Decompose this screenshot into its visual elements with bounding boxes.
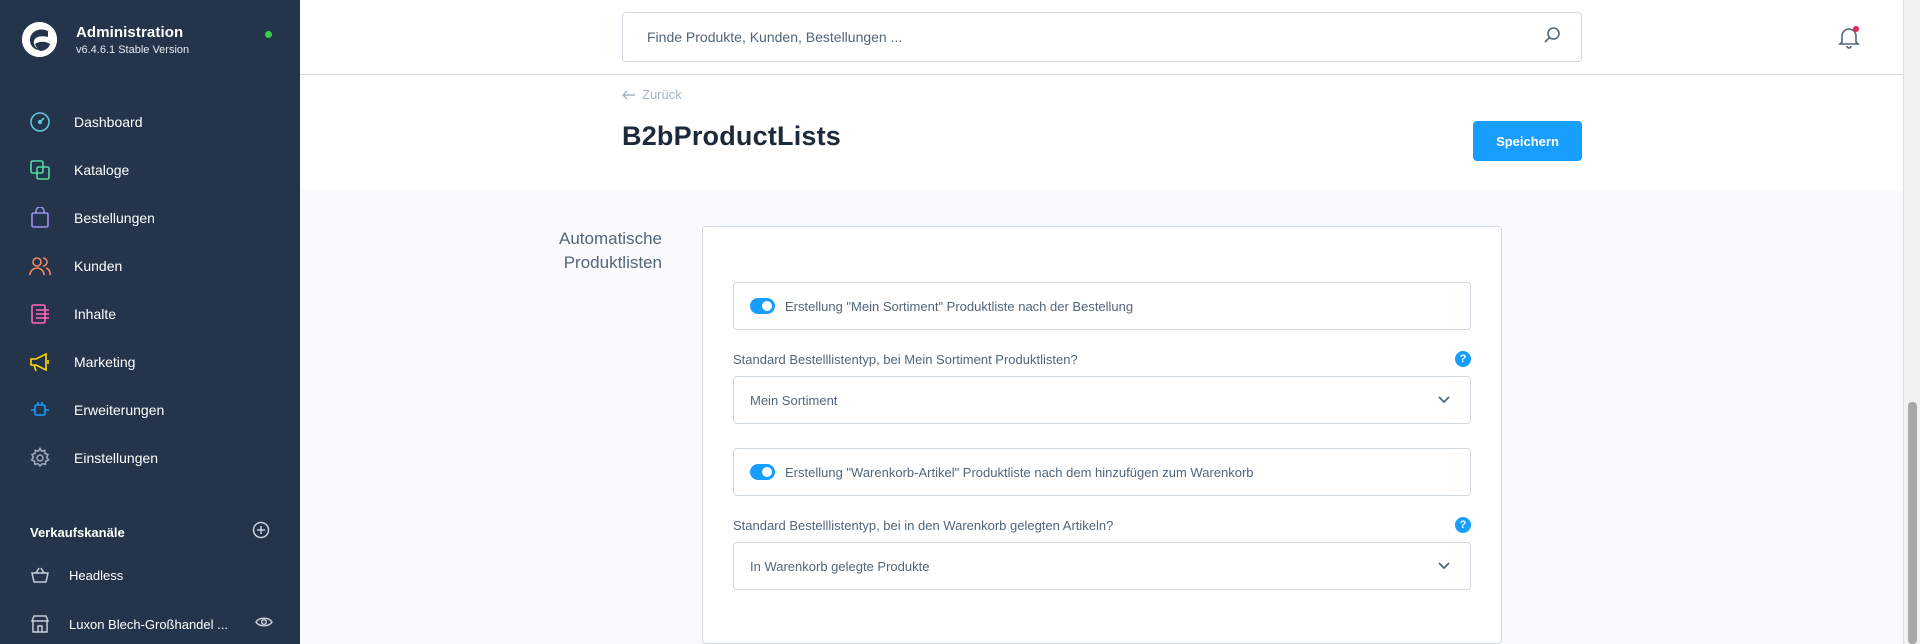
megaphone-icon	[28, 350, 52, 374]
catalog-icon	[28, 158, 52, 182]
section-label: Automatische Produktlisten	[559, 229, 662, 272]
field-label: Standard Bestelllistentyp, bei Mein Sort…	[733, 351, 1471, 367]
toggle-my-assortment: Erstellung "Mein Sortiment" Produktliste…	[733, 282, 1471, 330]
page-header: Zurück B2bProductLists Speichern	[300, 75, 1903, 190]
eye-icon[interactable]	[255, 615, 273, 633]
nav-label: Erweiterungen	[74, 402, 165, 418]
sales-channel-headless[interactable]: Headless	[28, 563, 273, 587]
brand-version: v6.4.6.1 Stable Version	[76, 43, 190, 56]
shopware-logo-icon	[22, 22, 57, 57]
users-icon	[28, 254, 52, 278]
nav-label: Inhalte	[74, 306, 117, 322]
nav-item-marketing[interactable]: Marketing	[0, 338, 300, 386]
basket-icon	[28, 563, 52, 587]
nav-label: Kataloge	[74, 162, 130, 178]
nav-item-content[interactable]: Inhalte	[0, 290, 300, 338]
field-label-text: Standard Bestelllistentyp, bei in den Wa…	[733, 517, 1114, 533]
toggle-label: Erstellung "Mein Sortiment" Produktliste…	[785, 298, 1134, 314]
help-icon[interactable]: ?	[1455, 517, 1471, 533]
gear-icon	[28, 446, 52, 470]
toggle-switch[interactable]	[750, 464, 775, 480]
brand-title: Administration	[76, 23, 184, 41]
brand[interactable]: Administration v6.4.6.1 Stable Version	[22, 22, 189, 57]
plug-icon	[28, 398, 52, 422]
arrow-left-icon	[622, 90, 635, 99]
field-label-text: Standard Bestelllistentyp, bei Mein Sort…	[733, 351, 1078, 367]
nav-label: Marketing	[74, 354, 136, 370]
settings-card: Erstellung "Mein Sortiment" Produktliste…	[702, 226, 1502, 644]
toggle-cart-items: Erstellung "Warenkorb-Artikel" Produktli…	[733, 448, 1471, 496]
nav-item-settings[interactable]: Einstellungen	[0, 434, 300, 482]
select-value: Mein Sortiment	[750, 392, 838, 408]
chevron-down-icon	[1438, 562, 1450, 570]
sales-channel-label: Headless	[69, 567, 124, 583]
topbar: Finde Produkte, Kunden, Bestellungen ...	[300, 0, 1903, 75]
sales-channel-luxon[interactable]: Luxon Blech-Großhandel ...	[28, 612, 273, 636]
scrollbar-thumb[interactable]	[1908, 402, 1917, 644]
back-link[interactable]: Zurück	[622, 87, 682, 102]
add-circle-icon[interactable]	[252, 521, 270, 544]
sidebar: Administration v6.4.6.1 Stable Version D…	[0, 0, 300, 644]
nav-label: Dashboard	[74, 114, 143, 130]
sales-channels-header: Verkaufskanäle	[30, 521, 270, 544]
shopping-bag-icon	[28, 206, 52, 230]
search-icon[interactable]	[1543, 26, 1561, 49]
select-my-assortment-type[interactable]: Mein Sortiment	[733, 376, 1471, 424]
back-label: Zurück	[642, 87, 682, 102]
storefront-icon	[28, 612, 52, 636]
help-icon[interactable]: ?	[1455, 351, 1471, 367]
dashboard-icon	[28, 110, 52, 134]
chevron-down-icon	[1438, 396, 1450, 404]
nav-label: Einstellungen	[74, 450, 159, 466]
nav-item-dashboard[interactable]: Dashboard	[0, 98, 300, 146]
save-button[interactable]: Speichern	[1473, 121, 1582, 161]
page-title: B2bProductLists	[622, 121, 842, 151]
nav-label: Bestellungen	[74, 210, 155, 226]
main-nav: Dashboard Kataloge Bestellungen Kunden I…	[0, 98, 300, 482]
toggle-label: Erstellung "Warenkorb-Artikel" Produktli…	[785, 464, 1254, 480]
notification-bell-icon[interactable]	[1837, 25, 1861, 54]
nav-item-extensions[interactable]: Erweiterungen	[0, 386, 300, 434]
sales-channels-title: Verkaufskanäle	[30, 525, 125, 540]
nav-item-catalog[interactable]: Kataloge	[0, 146, 300, 194]
toggle-switch[interactable]	[750, 298, 775, 314]
online-status-dot	[265, 31, 272, 38]
search-input[interactable]: Finde Produkte, Kunden, Bestellungen ...	[647, 29, 1543, 45]
field-label: Standard Bestelllistentyp, bei in den Wa…	[733, 517, 1471, 533]
nav-item-customers[interactable]: Kunden	[0, 242, 300, 290]
page-scrollbar[interactable]	[1903, 0, 1920, 644]
select-cart-items-type[interactable]: In Warenkorb gelegte Produkte	[733, 542, 1471, 590]
sales-channel-label: Luxon Blech-Großhandel ...	[69, 616, 228, 632]
nav-item-orders[interactable]: Bestellungen	[0, 194, 300, 242]
content-icon	[28, 302, 52, 326]
search-bar[interactable]: Finde Produkte, Kunden, Bestellungen ...	[622, 12, 1582, 62]
select-value: In Warenkorb gelegte Produkte	[750, 558, 930, 574]
nav-label: Kunden	[74, 258, 123, 274]
